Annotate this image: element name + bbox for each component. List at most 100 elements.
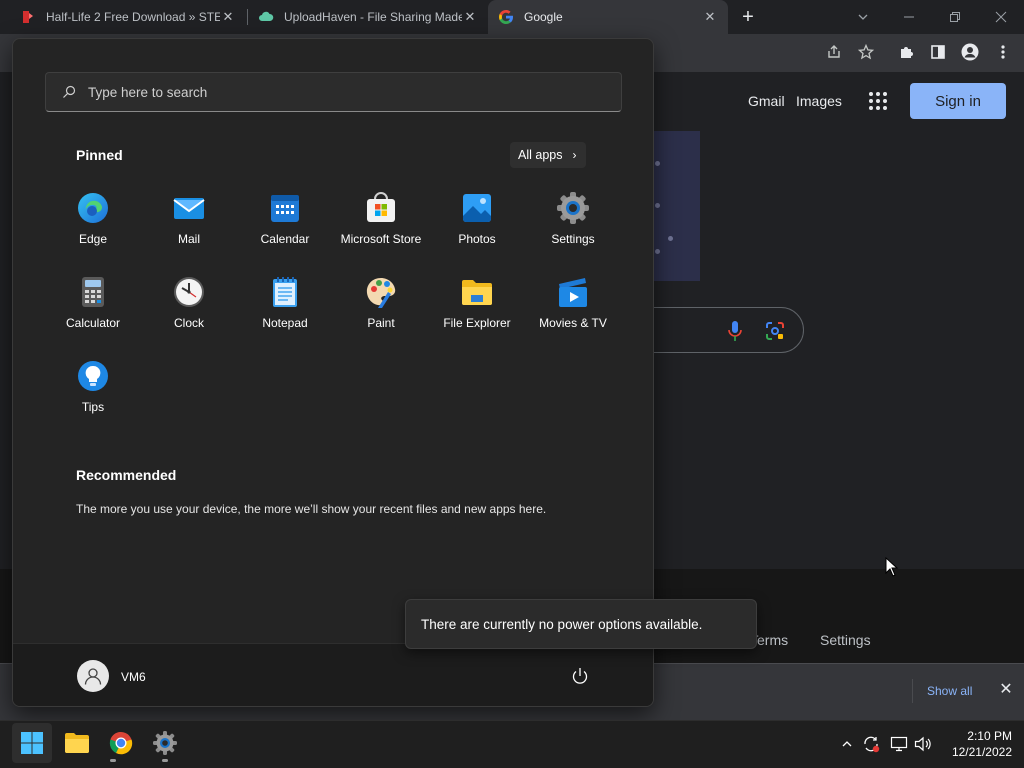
search-placeholder: Type here to search xyxy=(88,84,208,100)
bookmark-star-icon[interactable] xyxy=(856,42,876,62)
gmail-link[interactable]: Gmail xyxy=(748,93,785,109)
app-label: Settings xyxy=(551,232,595,246)
all-apps-button[interactable]: All apps › xyxy=(510,142,587,168)
settings-link[interactable]: Settings xyxy=(820,632,871,648)
close-downloads-bar-icon[interactable]: ✕ xyxy=(997,681,1015,699)
sign-in-button[interactable]: Sign in xyxy=(910,83,1006,119)
show-hidden-icons-chevron-icon[interactable] xyxy=(837,734,857,754)
close-tab-icon[interactable]: ✕ xyxy=(220,9,236,25)
tips-lightbulb-icon xyxy=(78,361,108,391)
chrome-icon xyxy=(109,731,133,755)
file-explorer-icon xyxy=(65,733,89,753)
desktop: Half-Life 2 Free Download » STEAM ✕ Uplo… xyxy=(0,0,1024,768)
taskbar-chrome[interactable] xyxy=(101,723,141,763)
tab-half-life[interactable]: Half-Life 2 Free Download » STEAM ✕ xyxy=(12,0,244,34)
cloud-favicon-icon xyxy=(259,11,274,21)
paint-palette-icon xyxy=(366,278,396,308)
recommended-heading: Recommended xyxy=(76,467,177,483)
running-indicator xyxy=(162,759,168,762)
clock-icon xyxy=(174,277,204,307)
share-icon[interactable] xyxy=(824,42,844,62)
close-tab-icon[interactable]: ✕ xyxy=(462,9,478,25)
show-all-downloads-button[interactable]: Show all xyxy=(912,679,986,703)
google-apps-grid-icon[interactable] xyxy=(869,92,887,110)
restore-icon[interactable] xyxy=(932,0,978,34)
tab-search-chevron-icon[interactable] xyxy=(840,0,886,34)
close-window-icon[interactable] xyxy=(978,0,1024,34)
app-label: Clock xyxy=(173,316,204,330)
pinned-app-paint[interactable]: Paint xyxy=(333,275,429,347)
pinned-app-file-explorer[interactable]: File Explorer xyxy=(429,275,525,347)
profile-avatar-icon[interactable] xyxy=(960,42,980,62)
app-label: File Explorer xyxy=(443,316,511,330)
app-label: Notepad xyxy=(262,316,308,330)
clock-time: 2:10 PM xyxy=(967,729,1012,743)
tab-uploadhaven[interactable]: UploadHaven - File Sharing Made Simple ✕ xyxy=(250,0,486,34)
tab-title: Google xyxy=(524,10,563,24)
pinned-app-photos[interactable]: Photos xyxy=(429,191,525,263)
all-apps-label: All apps xyxy=(518,148,563,162)
pinned-app-tips[interactable]: Tips xyxy=(45,359,141,431)
new-tab-icon[interactable]: + xyxy=(738,7,758,27)
taskbar-settings[interactable] xyxy=(145,723,185,763)
pinned-app-mail[interactable]: Mail xyxy=(141,191,237,263)
power-icon[interactable] xyxy=(570,666,590,686)
tab-title: UploadHaven - File Sharing Made Simple xyxy=(284,10,462,24)
pinned-app-clock[interactable]: Clock xyxy=(141,275,237,347)
app-label: Microsoft Store xyxy=(340,232,422,246)
google-favicon-icon xyxy=(499,10,513,24)
pinned-app-calendar[interactable]: Calendar xyxy=(237,191,333,263)
pinned-app-notepad[interactable]: Notepad xyxy=(237,275,333,347)
side-panel-icon[interactable] xyxy=(928,42,948,62)
folder-icon xyxy=(462,280,492,305)
google-lens-camera-icon[interactable] xyxy=(765,321,785,341)
minimize-icon[interactable] xyxy=(886,0,932,34)
sync-status-icon[interactable] xyxy=(861,734,881,754)
photos-icon xyxy=(463,194,491,222)
close-tab-icon[interactable]: ✕ xyxy=(702,9,718,25)
network-status-icon[interactable] xyxy=(889,734,909,754)
notepad-icon xyxy=(273,277,297,307)
extensions-puzzle-icon[interactable] xyxy=(896,42,916,62)
app-label: Calculator xyxy=(65,316,121,330)
tab-divider xyxy=(247,9,248,25)
tab-google[interactable]: Google ✕ xyxy=(488,0,728,34)
pinned-app-calculator[interactable]: Calculator xyxy=(45,275,141,347)
calendar-icon xyxy=(271,195,299,222)
images-link[interactable]: Images xyxy=(796,93,842,109)
google-doodle-image[interactable] xyxy=(653,131,700,281)
start-search-input[interactable]: Type here to search xyxy=(45,72,622,112)
chevron-right-icon: › xyxy=(572,148,577,162)
voice-search-mic-icon[interactable] xyxy=(727,320,743,342)
start-menu-footer xyxy=(13,643,653,706)
pinned-app-microsoft-store[interactable]: Microsoft Store xyxy=(333,191,429,263)
search-icon xyxy=(63,85,76,98)
pinned-app-settings[interactable]: Settings xyxy=(525,191,621,263)
clock-date: 12/21/2022 xyxy=(951,745,1012,759)
user-avatar-icon[interactable] xyxy=(77,660,109,692)
edge-icon xyxy=(78,193,108,223)
movies-tv-icon xyxy=(559,278,587,307)
system-clock[interactable]: 2:10 PM 12/21/2022 xyxy=(942,728,1012,760)
chrome-menu-kebab-icon[interactable] xyxy=(993,42,1013,62)
app-label: Photos xyxy=(458,232,496,246)
pinned-app-edge[interactable]: Edge xyxy=(45,191,141,263)
tab-title: Half-Life 2 Free Download » STEAM xyxy=(46,10,220,24)
start-button[interactable] xyxy=(12,723,52,763)
user-name[interactable]: VM6 xyxy=(121,670,146,684)
store-icon xyxy=(367,192,395,222)
settings-gear-icon xyxy=(153,731,177,755)
calculator-icon xyxy=(82,277,104,307)
pinned-app-movies-tv[interactable]: Movies & TV xyxy=(525,275,621,347)
recommended-empty-text: The more you use your device, the more w… xyxy=(76,502,547,516)
steam-red-favicon-icon xyxy=(23,11,33,23)
app-label: Movies & TV xyxy=(539,316,607,330)
power-options-tooltip: There are currently no power options ava… xyxy=(405,599,757,649)
app-label: Mail xyxy=(177,232,200,246)
mouse-cursor-icon xyxy=(885,557,899,577)
app-label: Tips xyxy=(81,400,105,414)
browser-tab-strip: Half-Life 2 Free Download » STEAM ✕ Uplo… xyxy=(0,0,1024,34)
taskbar-file-explorer[interactable] xyxy=(57,723,97,763)
app-label: Paint xyxy=(367,316,395,330)
volume-speaker-icon[interactable] xyxy=(913,734,933,754)
